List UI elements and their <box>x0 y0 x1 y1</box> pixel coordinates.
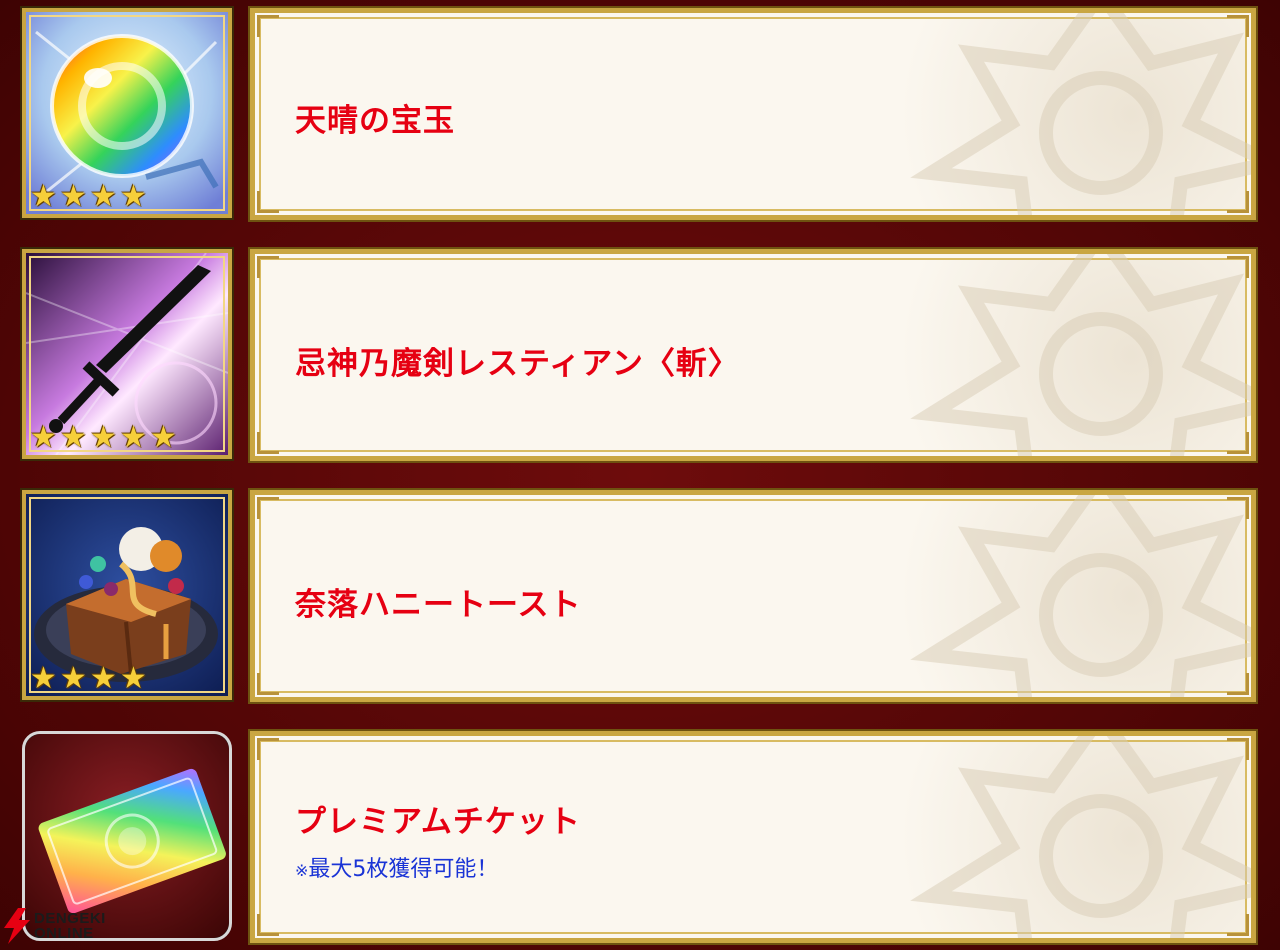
ornament-icon <box>910 13 1251 215</box>
star-icon: ★ <box>30 420 57 455</box>
reward-row-2: ★ ★ ★ ★ ★ 忌神乃魔剣レスティアン〈斬〉 <box>0 241 1280 463</box>
item-name: 忌神乃魔剣レスティアン〈斬〉 <box>295 346 740 382</box>
reward-row-1: ★ ★ ★ ★ 天晴の宝玉 <box>0 0 1280 222</box>
reward-row-3: ★ ★ ★ ★ 奈落ハニートースト <box>0 482 1280 704</box>
rarity-stars: ★ ★ ★ ★ <box>30 664 150 694</box>
star-icon: ★ <box>90 179 117 214</box>
reward-panel: 忌神乃魔剣レスティアン〈斬〉 <box>248 247 1258 463</box>
watermark-line-1: DENGEKI <box>34 910 106 927</box>
frame-corner <box>257 914 279 936</box>
star-icon: ★ <box>90 661 117 696</box>
star-icon: ★ <box>120 179 147 214</box>
frame-corner <box>257 15 279 37</box>
rainbow-orb-icon: ★ ★ ★ ★ <box>20 6 234 220</box>
frame-corner <box>257 256 279 278</box>
watermark-text: DENGEKI ONLINE <box>34 911 106 941</box>
note-text: 最大5枚獲得可能！ <box>308 857 499 882</box>
star-icon: ★ <box>30 661 57 696</box>
rarity-stars: ★ ★ ★ ★ <box>30 182 150 212</box>
frame-corner <box>257 191 279 213</box>
frame-corner <box>1227 497 1249 519</box>
ornament-icon <box>910 254 1251 456</box>
lightning-bolt-icon <box>4 908 30 944</box>
item-name: 天晴の宝玉 <box>295 103 455 139</box>
frame-corner <box>1227 673 1249 695</box>
ornament-icon <box>910 736 1251 938</box>
star-icon: ★ <box>60 420 87 455</box>
star-icon: ★ <box>150 420 177 455</box>
frame-corner <box>257 432 279 454</box>
dengeki-online-watermark: DENGEKI ONLINE <box>0 908 106 944</box>
reward-panel: 天晴の宝玉 <box>248 6 1258 222</box>
frame-corner <box>1227 738 1249 760</box>
note-mark: ※ <box>295 861 309 880</box>
frame-corner <box>1227 432 1249 454</box>
frame-corner <box>1227 914 1249 936</box>
item-note: ※最大5枚獲得可能！ <box>295 851 498 883</box>
star-icon: ★ <box>90 420 117 455</box>
star-icon: ★ <box>30 179 57 214</box>
star-icon: ★ <box>60 179 87 214</box>
watermark-line-2: ONLINE <box>34 925 94 942</box>
frame-corner <box>1227 15 1249 37</box>
star-icon: ★ <box>120 420 147 455</box>
star-icon: ★ <box>120 661 147 696</box>
frame-corner <box>257 738 279 760</box>
item-name: 奈落ハニートースト <box>295 587 582 623</box>
frame-corner <box>1227 191 1249 213</box>
ornament-icon <box>910 495 1251 697</box>
frame-corner <box>257 497 279 519</box>
honey-toast-icon: ★ ★ ★ ★ <box>20 488 234 702</box>
item-name: プレミアムチケット <box>295 804 581 840</box>
reward-row-4: プレミアムチケット ※最大5枚獲得可能！ <box>0 723 1280 945</box>
reward-panel: プレミアムチケット ※最大5枚獲得可能！ <box>248 729 1258 945</box>
star-icon: ★ <box>60 661 87 696</box>
rarity-stars: ★ ★ ★ ★ ★ <box>30 423 180 453</box>
frame-corner <box>257 673 279 695</box>
reward-panel: 奈落ハニートースト <box>248 488 1258 704</box>
frame-corner <box>1227 256 1249 278</box>
black-sword-icon: ★ ★ ★ ★ ★ <box>20 247 234 461</box>
